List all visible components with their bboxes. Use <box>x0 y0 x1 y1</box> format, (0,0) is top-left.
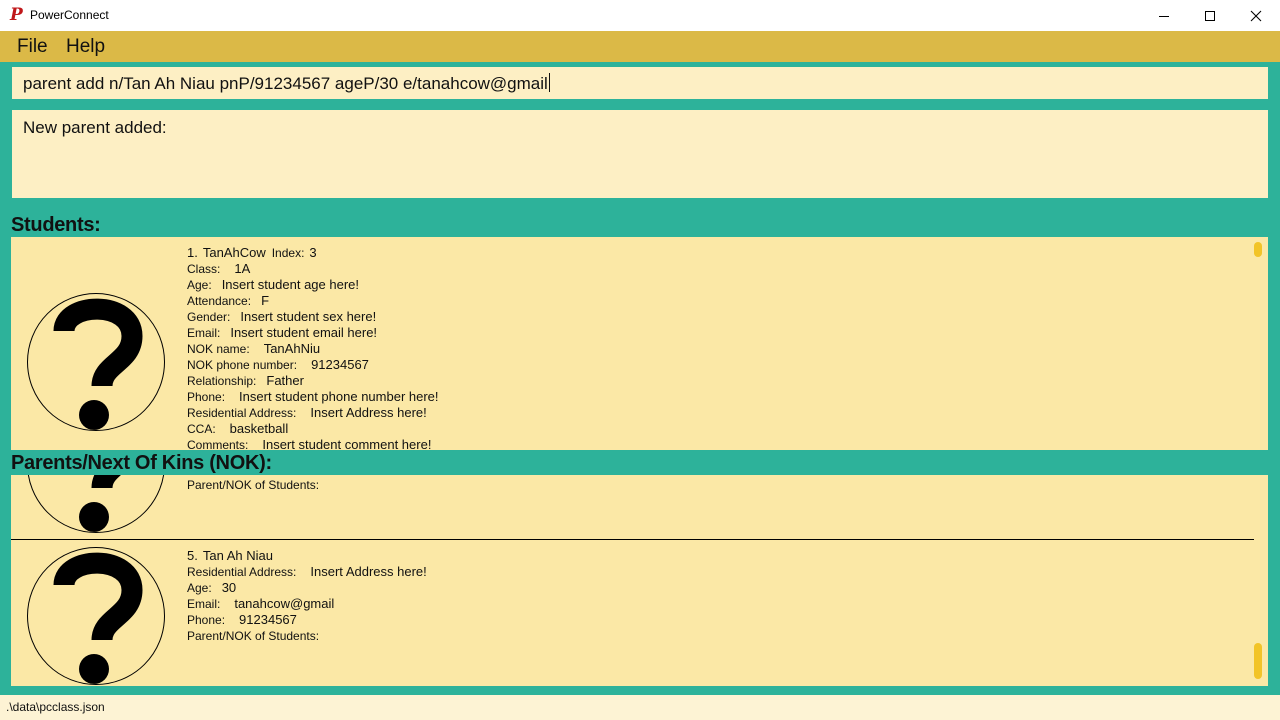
result-display[interactable]: New parent added: <box>12 110 1268 198</box>
menu-bar: File Help <box>0 31 1280 62</box>
parent-address-label: Residential Address: <box>187 565 297 579</box>
parent-students-label: Parent/NOK of Students: <box>187 629 320 643</box>
close-icon <box>1250 10 1262 21</box>
parent-email-value: tanahcow@gmail <box>234 596 335 611</box>
question-mark-avatar-icon <box>27 547 165 685</box>
student-class-label: Class: <box>187 262 221 276</box>
student-age-label: Age: <box>187 278 212 292</box>
student-address-value: Insert Address here! <box>310 405 427 420</box>
app-logo-icon: P <box>10 5 23 25</box>
student-index-value: 3 <box>309 245 317 260</box>
command-input[interactable]: parent add n/Tan Ah Niau pnP/91234567 ag… <box>12 67 1268 99</box>
student-address-label: Residential Address: <box>187 406 297 420</box>
student-age-value: Insert student age here! <box>221 277 359 292</box>
parent-phone-value: 91234567 <box>239 612 297 627</box>
parent-age-label: Age: <box>187 581 212 595</box>
student-card[interactable]: 1. TanAhCow Index: 3 Class: 1A Age: Insert st… <box>11 237 1254 450</box>
student-nok-name-value: TanAhNiu <box>263 341 321 356</box>
student-name: TanAhCow <box>202 245 266 260</box>
status-bar: .\data\pcclass.json <box>0 695 1280 720</box>
data-file-path: .\data\pcclass.json <box>6 700 105 714</box>
parent-list[interactable]: Parent/NOK of Students: 5. Tan Ah Niau Re… <box>11 475 1268 686</box>
student-attendance-label: Attendance: <box>187 294 252 308</box>
student-nok-phone-value: 91234567 <box>311 357 369 372</box>
parents-heading: Parents/Next Of Kins (NOK): <box>11 452 272 474</box>
student-attendance-value: F <box>261 293 270 308</box>
minimize-icon <box>1159 15 1169 17</box>
result-text: New parent added: <box>23 118 167 137</box>
student-nok-name-label: NOK name: <box>187 342 250 356</box>
student-relationship-value: Father <box>266 373 304 388</box>
minimize-button[interactable] <box>1141 0 1187 31</box>
parent-card-partial[interactable]: Parent/NOK of Students: <box>11 475 1254 539</box>
student-relationship-label: Relationship: <box>187 374 257 388</box>
student-comments-value: Insert student comment here! <box>262 437 432 450</box>
parent-name: Tan Ah Niau <box>202 548 273 563</box>
question-mark-avatar-icon <box>27 475 165 533</box>
student-phone-value: Insert student phone number here! <box>239 389 439 404</box>
student-class-value: 1A <box>234 261 251 276</box>
parent-students-label: Parent/NOK of Students: <box>187 478 320 492</box>
maximize-button[interactable] <box>1187 0 1233 31</box>
text-caret <box>548 73 550 92</box>
student-list[interactable]: 1. TanAhCow Index: 3 Class: 1A Age: Insert st… <box>11 237 1268 450</box>
student-comments-label: Comments: <box>187 438 249 450</box>
student-gender-value: Insert student sex here! <box>240 309 377 324</box>
parent-card[interactable]: 5. Tan Ah Niau Residential Address: Insert… <box>11 540 1254 686</box>
parent-index-number: 5. <box>187 548 198 563</box>
student-list-scrollbar[interactable] <box>1254 242 1262 257</box>
maximize-icon <box>1205 10 1215 21</box>
student-cca-value: basketball <box>229 421 289 436</box>
student-index-number: 1. <box>187 245 198 260</box>
student-phone-label: Phone: <box>187 390 226 404</box>
student-email-value: Insert student email here! <box>230 325 378 340</box>
close-button[interactable] <box>1233 0 1279 31</box>
window-titlebar[interactable]: P PowerConnect <box>0 0 1280 32</box>
parent-address-value: Insert Address here! <box>310 564 427 579</box>
parent-list-scrollbar[interactable] <box>1254 643 1262 679</box>
students-heading: Students: <box>11 214 101 236</box>
parent-age-value: 30 <box>221 580 237 595</box>
window-title: PowerConnect <box>30 8 109 22</box>
question-mark-avatar-icon <box>27 293 165 431</box>
student-nok-phone-label: NOK phone number: <box>187 358 298 372</box>
student-index-label: Index: <box>271 246 305 260</box>
student-email-label: Email: <box>187 326 221 340</box>
student-gender-label: Gender: <box>187 310 231 324</box>
student-cca-label: CCA: <box>187 422 216 436</box>
menu-help[interactable]: Help <box>66 36 105 58</box>
command-input-text: parent add n/Tan Ah Niau pnP/91234567 ag… <box>23 74 548 93</box>
parent-email-label: Email: <box>187 597 221 611</box>
parent-phone-label: Phone: <box>187 613 226 627</box>
menu-file[interactable]: File <box>17 36 48 58</box>
